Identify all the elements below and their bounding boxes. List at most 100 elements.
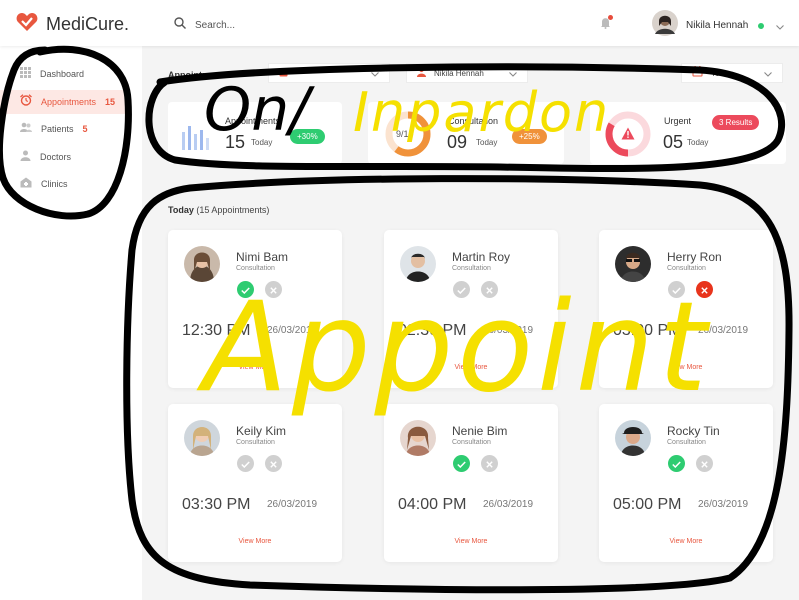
date-select-value: Today: [711, 68, 733, 78]
sidebar-item-patients[interactable]: Patients 5: [0, 117, 128, 141]
logo[interactable]: MediCure.: [16, 12, 129, 37]
stat-number: 15: [225, 132, 246, 152]
close-icon: [486, 281, 493, 299]
view-more-link[interactable]: View More: [384, 364, 558, 371]
stat-card-appointments[interactable]: Appointments 15 Today +30%: [168, 102, 342, 164]
accept-button[interactable]: [668, 281, 685, 298]
notification-button[interactable]: [600, 15, 613, 34]
search-input[interactable]: Search...: [195, 20, 235, 31]
appointment-card[interactable]: Keily Kim Consultation 03:30 PM 26/03/20…: [168, 404, 342, 562]
sidebar-item-label: Appointments: [41, 97, 97, 107]
stat-number: 09: [447, 132, 468, 152]
check-icon: [672, 281, 681, 299]
stat-number: 05: [663, 132, 684, 152]
stat-title: Appointments: [225, 116, 281, 126]
close-icon: [270, 281, 277, 299]
appointment-card[interactable]: Herry Ron Consultation 03:00 PM 26/03/20…: [599, 230, 773, 388]
online-status-dot: [758, 22, 765, 29]
search-bar[interactable]: Search...: [174, 16, 235, 34]
appointment-time: 05:00 PM: [613, 496, 682, 513]
warning-icon: [621, 127, 635, 145]
appointment-card[interactable]: Nenie Bim Consultation 04:00 PM 26/03/20…: [384, 404, 558, 562]
avatar: [184, 246, 220, 282]
close-icon: [701, 455, 708, 473]
check-icon: [241, 281, 250, 299]
patient-name: Rocky Tin: [667, 424, 720, 438]
appointment-card[interactable]: Nimi Bam Consultation 12:30 PM 26/03/201…: [168, 230, 342, 388]
reject-button[interactable]: [481, 281, 498, 298]
close-icon: [701, 281, 708, 299]
sidebar-item-label: Doctors: [40, 152, 72, 162]
filter-title: Appointments: [168, 70, 229, 80]
stat-badge: 3 Results: [712, 115, 760, 130]
search-icon: [174, 16, 186, 34]
sidebar-item-label: Clinics: [41, 179, 68, 189]
sidebar-item-count: 5: [82, 124, 88, 134]
reject-button[interactable]: [481, 455, 498, 472]
appointment-type: Consultation: [236, 265, 275, 272]
view-more-link[interactable]: View More: [384, 538, 558, 545]
sidebar-item-label: Dashboard: [40, 69, 85, 79]
date-select[interactable]: Today: [681, 63, 783, 83]
patient-name: Nenie Bim: [452, 424, 508, 438]
reject-button[interactable]: [265, 281, 282, 298]
reject-button[interactable]: [696, 281, 713, 298]
view-more-link[interactable]: View More: [168, 538, 342, 545]
chevron-down-icon: [509, 64, 517, 82]
avatar: [615, 246, 651, 282]
chevron-down-icon: [371, 64, 379, 82]
appointment-time: 04:00 PM: [398, 496, 467, 513]
accept-button[interactable]: [453, 455, 470, 472]
appointment-date: 26/03/2019: [267, 499, 318, 510]
chevron-down-icon: [764, 64, 772, 82]
doctor-select-value: Nikila Hennah: [434, 68, 484, 78]
avatar: [615, 420, 651, 456]
stat-title: Urgent: [664, 116, 692, 126]
appointment-type: Consultation: [667, 265, 706, 272]
sidebar-item-appointments[interactable]: Appointments 15: [0, 90, 128, 114]
sidebar-item-dashboard[interactable]: Dashboard: [0, 62, 128, 86]
reject-button[interactable]: [696, 455, 713, 472]
stat-sub: Today: [251, 138, 273, 147]
doctor-select[interactable]: Nikila Hennah: [406, 63, 528, 83]
appointment-type: Consultation: [236, 439, 275, 446]
sidebar-item-doctors[interactable]: Doctors: [0, 145, 128, 169]
stat-badge: +30%: [290, 129, 325, 144]
appointment-date: 26/03/2019: [267, 325, 318, 336]
appointment-card[interactable]: Rocky Tin Consultation 05:00 PM 26/03/20…: [599, 404, 773, 562]
alarm-clock-icon: [20, 93, 32, 111]
accept-button[interactable]: [668, 455, 685, 472]
view-more-link[interactable]: View More: [599, 538, 773, 545]
reject-button[interactable]: [265, 455, 282, 472]
user-menu[interactable]: Nikila Hennah: [652, 10, 785, 41]
view-more-link[interactable]: View More: [599, 364, 773, 371]
appointment-time: 02:30 PM: [398, 322, 467, 339]
section-title-label: Today: [168, 205, 194, 215]
calendar-icon: [692, 64, 703, 82]
appointment-date: 26/03/2019: [698, 499, 749, 510]
category-select[interactable]: [268, 63, 390, 83]
accept-button[interactable]: [237, 281, 254, 298]
top-bar: MediCure. Search... Nikila Hennah: [0, 0, 799, 46]
section-title: Today (15 Appointments): [168, 205, 269, 215]
view-more-link[interactable]: View More: [168, 364, 342, 371]
doctor-icon: [417, 64, 426, 82]
sidebar-item-label: Patients: [41, 124, 74, 134]
appointment-date: 26/03/2019: [483, 325, 534, 336]
avatar: [652, 10, 678, 41]
gauge-value: 9/15: [396, 129, 414, 139]
accept-button[interactable]: [453, 281, 470, 298]
app-name: MediCure.: [46, 14, 130, 34]
stat-card-consultation[interactable]: 9/15 Consultation 09 Today +25%: [368, 102, 564, 164]
patients-icon: [20, 120, 32, 138]
sidebar-item-clinics[interactable]: Clinics: [0, 172, 128, 196]
sidebar-item-count: 15: [105, 97, 116, 107]
accept-button[interactable]: [237, 455, 254, 472]
patient-name: Herry Ron: [667, 250, 722, 264]
stat-card-urgent[interactable]: Urgent 05 Today 3 Results: [590, 102, 786, 164]
stat-badge: +25%: [512, 129, 547, 144]
chevron-down-icon[interactable]: [776, 17, 785, 35]
appointment-card[interactable]: Martin Roy Consultation 02:30 PM 26/03/2…: [384, 230, 558, 388]
appointment-type: Consultation: [667, 439, 706, 446]
avatar: [400, 420, 436, 456]
